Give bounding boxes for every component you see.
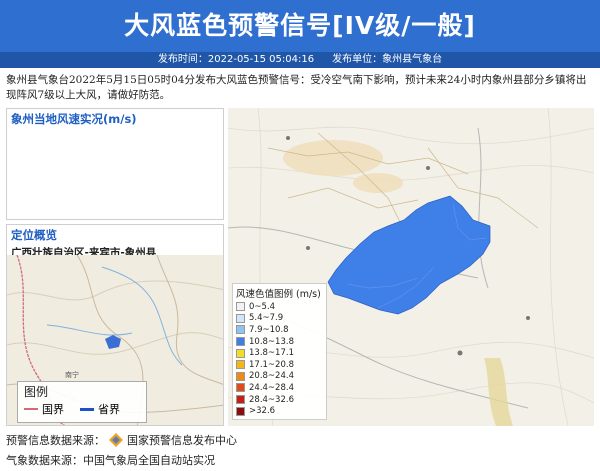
publish-info-bar: 发布时间：2022-05-15 05:04:16 发布单位：象州县气象台	[0, 52, 600, 68]
wind-speed-legend: 风速色值图例 (m/s) 0~5.4 5.4~7.9 7.9~10.8 10.8~13…	[232, 283, 327, 420]
wind-legend-label: 7.9~10.8	[249, 324, 289, 335]
province-border-label: 省界	[98, 403, 120, 416]
wind-legend-label: 17.1~20.8	[249, 359, 294, 370]
wind-legend-label: >32.6	[249, 406, 276, 417]
wind-panel-title: 象州当地风速实况(m/s)	[11, 112, 137, 126]
publisher: 发布单位：象州县气象台	[332, 54, 443, 65]
warning-source-org: 国家预警信息发布中心	[127, 434, 237, 447]
wind-legend-swatch	[236, 348, 245, 358]
wind-legend-row: 17.1~20.8	[236, 359, 323, 371]
wind-legend-swatch	[236, 395, 245, 405]
national-border-swatch	[24, 408, 38, 410]
wind-legend-swatch	[236, 371, 245, 381]
location-panel-title: 定位概览	[11, 228, 57, 242]
wind-legend-label: 13.8~17.1	[249, 348, 294, 359]
warning-source-line: 预警信息数据来源： 国家预警信息发布中心	[6, 432, 237, 448]
wind-legend-row: 0~5.4	[236, 301, 323, 313]
legend-items: 国界 省界	[18, 401, 146, 417]
publish-time: 发布时间：2022-05-15 05:04:16	[157, 54, 315, 65]
overview-map[interactable]: 南宁 图例 国界 省界	[7, 254, 223, 425]
weather-data-source: 气象数据来源：中国气象局全国自动站实况	[6, 454, 215, 467]
wind-legend-title: 风速色值图例 (m/s)	[236, 289, 321, 300]
warning-description: 象州县气象台2022年5月15日05时04分发布大风蓝色预警信号：受冷空气南下影…	[6, 74, 587, 101]
wind-legend-row: 5.4~7.9	[236, 313, 323, 325]
legend-title: 图例	[24, 385, 49, 399]
wind-legend-swatch	[236, 325, 245, 335]
province-border-swatch	[80, 407, 94, 411]
location-overview-panel: 定位概览 广西壮族自治区-来宾市-象州县 南宁 图例 国界 省界	[6, 224, 224, 426]
national-border-label: 国界	[42, 403, 64, 416]
wind-legend-label: 10.8~13.8	[249, 336, 294, 347]
wind-legend-swatch	[236, 406, 245, 416]
wind-legend-swatch	[236, 302, 245, 312]
wind-legend-label: 0~5.4	[249, 301, 276, 312]
nanning-label: 南宁	[65, 370, 79, 379]
wind-legend-row: 13.8~17.1	[236, 347, 323, 359]
wind-legend-swatch	[236, 383, 245, 393]
map-legend: 图例 国界 省界	[17, 381, 147, 423]
wind-legend-row: 20.8~24.4	[236, 371, 323, 383]
wind-legend-label: 5.4~7.9	[249, 313, 284, 324]
warning-source-label: 预警信息数据来源：	[6, 434, 105, 447]
wind-observation-panel: 象州当地风速实况(m/s)	[6, 108, 224, 220]
wind-legend-label: 24.4~28.4	[249, 382, 294, 393]
wind-legend-row: 28.4~32.6	[236, 394, 323, 406]
wind-legend-swatch	[236, 313, 245, 323]
wind-legend-swatch	[236, 337, 245, 347]
wind-legend-row: 10.8~13.8	[236, 336, 323, 348]
warning-center-logo-icon	[109, 433, 123, 447]
wind-legend-row: 24.4~28.4	[236, 382, 323, 394]
wind-legend-swatch	[236, 360, 245, 370]
page-title: 大风蓝色预警信号[IV级/一般]	[0, 0, 600, 52]
wind-legend-label: 28.4~32.6	[249, 394, 294, 405]
wind-legend-row: >32.6	[236, 405, 323, 417]
wind-legend-label: 20.8~24.4	[249, 371, 294, 382]
wind-legend-row: 7.9~10.8	[236, 324, 323, 336]
